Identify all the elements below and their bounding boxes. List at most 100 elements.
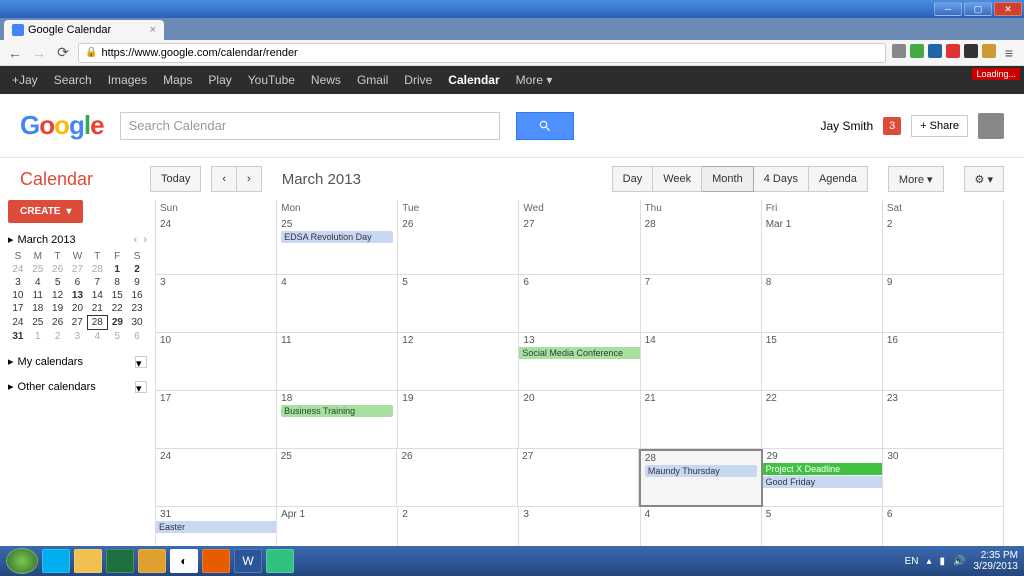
day-cell[interactable]: 15 xyxy=(762,333,883,391)
gbar-item-calendar[interactable]: Calendar xyxy=(448,73,499,87)
gbar-item-play[interactable]: Play xyxy=(208,73,231,87)
day-cell[interactable]: Mar 1 xyxy=(762,217,883,275)
day-cell[interactable]: 11 xyxy=(277,333,398,391)
mini-day[interactable]: 3 xyxy=(8,276,28,289)
gbar-item-gmail[interactable]: Gmail xyxy=(357,73,388,87)
taskbar-app-generic[interactable] xyxy=(266,549,294,573)
url-field[interactable]: 🔒 https://www.google.com/calendar/render xyxy=(78,43,886,63)
browser-tab[interactable]: Google Calendar × xyxy=(4,20,164,40)
extension-icon[interactable] xyxy=(964,44,978,58)
day-cell[interactable]: 14 xyxy=(641,333,762,391)
mini-day[interactable]: 26 xyxy=(48,263,68,276)
mini-day[interactable]: 24 xyxy=(8,263,28,276)
reload-button[interactable]: ⟳ xyxy=(54,44,72,62)
mini-day[interactable]: 13 xyxy=(68,289,88,302)
mini-day[interactable]: 5 xyxy=(48,276,68,289)
day-cell[interactable]: 26 xyxy=(397,449,518,507)
notifications-badge[interactable]: 3 xyxy=(883,117,901,135)
mini-day[interactable]: 14 xyxy=(87,289,107,302)
gbar-item-news[interactable]: News xyxy=(311,73,341,87)
mini-day[interactable]: 7 xyxy=(87,276,107,289)
calendar-event[interactable]: Maundy Thursday xyxy=(645,465,757,477)
gbar-item-search[interactable]: Search xyxy=(54,73,92,87)
mini-day[interactable]: 22 xyxy=(107,302,127,316)
mini-day[interactable]: 25 xyxy=(28,316,48,330)
mini-day[interactable]: 2 xyxy=(127,263,147,276)
mini-day[interactable]: 2 xyxy=(48,330,68,344)
mini-day[interactable]: 1 xyxy=(107,263,127,276)
calendar-event[interactable]: Business Training xyxy=(281,405,393,417)
window-minimize-button[interactable]: ─ xyxy=(934,2,962,16)
day-cell[interactable]: 18Business Training xyxy=(277,391,398,449)
google-logo[interactable]: Google xyxy=(20,110,104,141)
day-cell[interactable]: 20 xyxy=(519,391,640,449)
calendar-event[interactable]: Project X Deadline xyxy=(763,463,883,475)
tray-chevron-icon[interactable]: ▴ xyxy=(927,556,932,567)
view-agenda-button[interactable]: Agenda xyxy=(809,166,868,192)
mini-day[interactable]: 9 xyxy=(127,276,147,289)
tab-close-icon[interactable]: × xyxy=(150,24,156,36)
mini-day[interactable]: 10 xyxy=(8,289,28,302)
other-calendars-section[interactable]: ▸Other calendars ▾ xyxy=(8,380,147,393)
day-cell[interactable]: 13Social Media Conference xyxy=(519,333,640,391)
mini-day[interactable]: 12 xyxy=(48,289,68,302)
day-cell[interactable]: 27 xyxy=(518,449,639,507)
extension-icon[interactable] xyxy=(982,44,996,58)
mini-day[interactable]: 6 xyxy=(68,276,88,289)
mini-day[interactable]: 8 xyxy=(107,276,127,289)
day-cell[interactable]: 29Project X DeadlineGood Friday xyxy=(763,449,884,507)
day-cell[interactable]: 30 xyxy=(883,449,1004,507)
day-cell[interactable]: 28Maundy Thursday xyxy=(639,449,763,507)
mini-day[interactable]: 21 xyxy=(87,302,107,316)
view-day-button[interactable]: Day xyxy=(612,166,654,192)
day-cell[interactable]: 23 xyxy=(883,391,1004,449)
day-cell[interactable]: 2 xyxy=(883,217,1004,275)
day-cell[interactable]: 25 xyxy=(277,449,398,507)
day-cell[interactable]: 26 xyxy=(398,217,519,275)
day-cell[interactable]: 22 xyxy=(762,391,883,449)
today-button[interactable]: Today xyxy=(150,166,201,192)
mini-day[interactable]: 29 xyxy=(107,316,127,330)
mini-day[interactable]: 25 xyxy=(28,263,48,276)
window-close-button[interactable]: ✕ xyxy=(994,2,1022,16)
mini-day[interactable]: 5 xyxy=(107,330,127,344)
mini-day[interactable]: 4 xyxy=(28,276,48,289)
mini-day[interactable]: 18 xyxy=(28,302,48,316)
mini-calendar[interactable]: SMTWTFS 24252627281234567891011121314151… xyxy=(8,250,147,343)
taskbar-app-skype[interactable] xyxy=(42,549,70,573)
mini-day[interactable]: 27 xyxy=(68,316,88,330)
mini-day[interactable]: 16 xyxy=(127,289,147,302)
day-cell[interactable]: 25EDSA Revolution Day xyxy=(277,217,398,275)
calendar-event[interactable]: Social Media Conference xyxy=(519,347,639,359)
user-name[interactable]: Jay Smith xyxy=(820,119,873,133)
mini-day[interactable]: 1 xyxy=(28,330,48,344)
mini-day[interactable]: 15 xyxy=(107,289,127,302)
mini-day[interactable]: 19 xyxy=(48,302,68,316)
mini-day[interactable]: 27 xyxy=(68,263,88,276)
day-cell[interactable]: 8 xyxy=(762,275,883,333)
mini-day[interactable]: 26 xyxy=(48,316,68,330)
mini-prev-button[interactable]: ‹ xyxy=(134,234,138,246)
prev-button[interactable]: ‹ xyxy=(211,166,237,192)
avatar[interactable] xyxy=(978,113,1004,139)
mini-day[interactable]: 24 xyxy=(8,316,28,330)
mini-day[interactable]: 4 xyxy=(87,330,107,344)
mini-day[interactable]: 11 xyxy=(28,289,48,302)
search-input[interactable]: Search Calendar xyxy=(120,112,500,140)
gbar-item-drive[interactable]: Drive xyxy=(404,73,432,87)
day-cell[interactable]: 21 xyxy=(641,391,762,449)
system-tray[interactable]: EN ▴ ▮ 🔊 2:35 PM 3/29/2013 xyxy=(905,550,1018,572)
create-button[interactable]: CREATE ▾ xyxy=(8,200,83,223)
gbar-item-youtube[interactable]: YouTube xyxy=(248,73,295,87)
dropdown-icon[interactable]: ▾ xyxy=(135,381,147,393)
share-button[interactable]: + Share xyxy=(911,115,968,137)
tray-network-icon[interactable]: ▮ xyxy=(940,556,946,567)
day-cell[interactable]: 24 xyxy=(156,217,277,275)
gbar-item-+jay[interactable]: +Jay xyxy=(12,73,38,87)
my-calendars-section[interactable]: ▸My calendars ▾ xyxy=(8,355,147,368)
taskbar-app-vlc[interactable] xyxy=(202,549,230,573)
day-cell[interactable]: 28 xyxy=(641,217,762,275)
menu-icon[interactable]: ≡ xyxy=(1000,44,1018,62)
mini-day[interactable]: 23 xyxy=(127,302,147,316)
day-cell[interactable]: 5 xyxy=(398,275,519,333)
